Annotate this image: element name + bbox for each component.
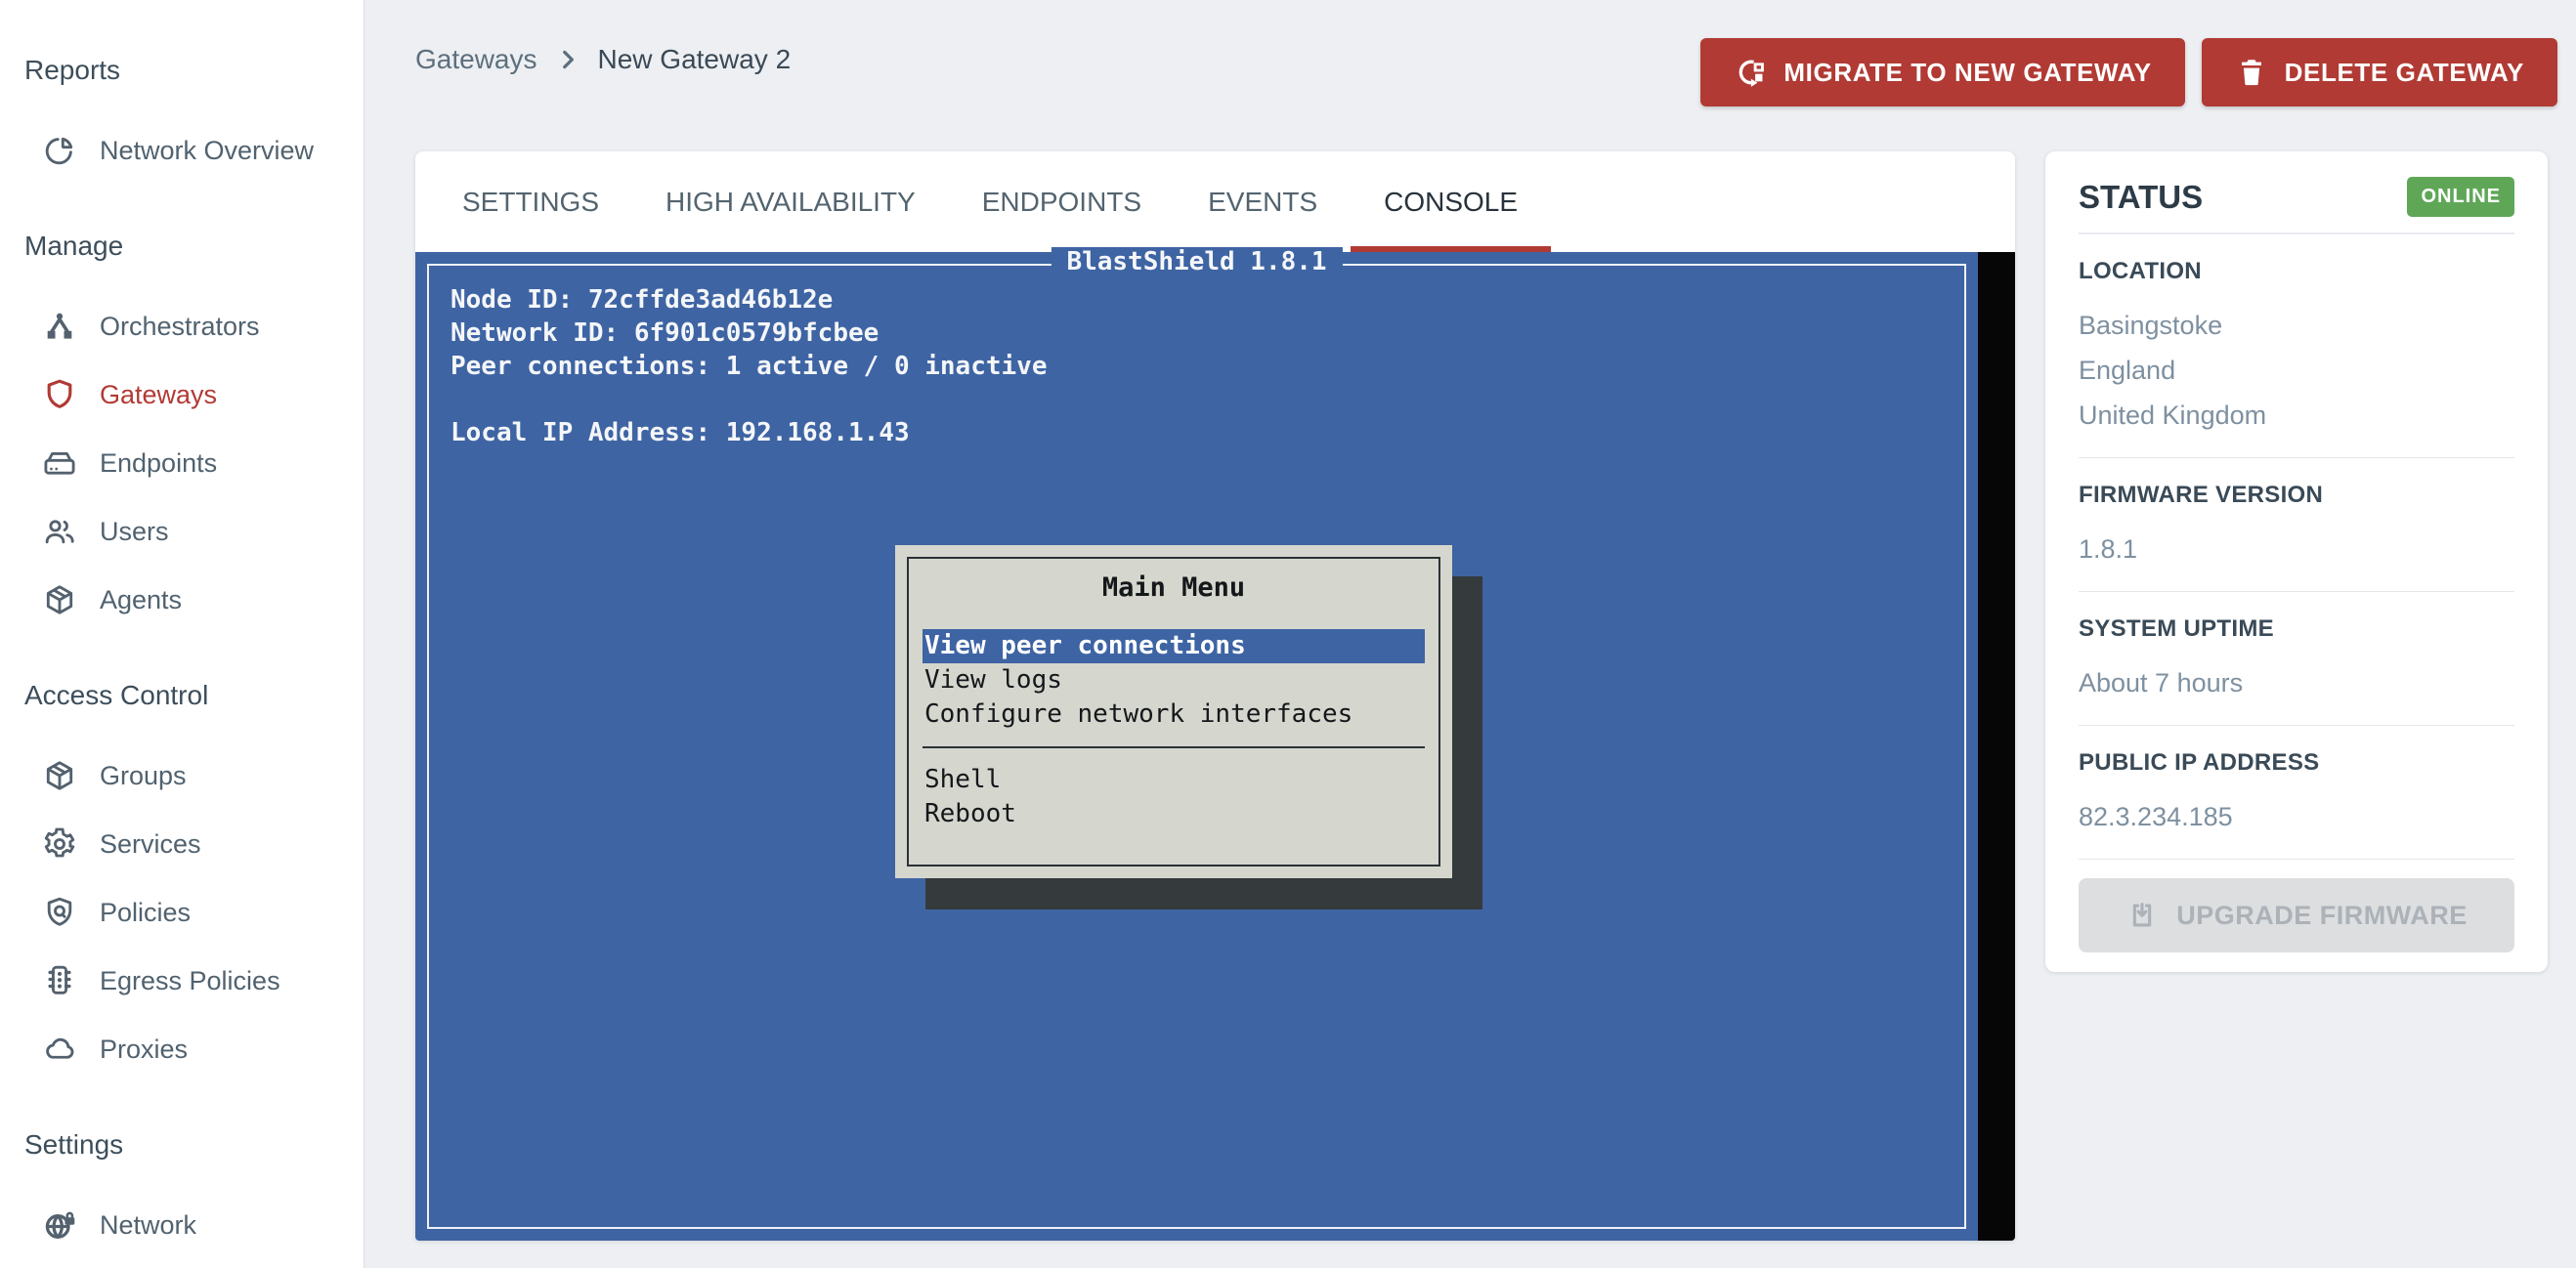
sidebar-item-label: Egress Policies	[100, 966, 280, 996]
sidebar-item-label: Network Overview	[100, 136, 314, 166]
field-value: 1.8.1	[2079, 527, 2514, 571]
sidebar-item-label: Endpoints	[100, 448, 217, 479]
sidebar-item-groups[interactable]: Groups	[0, 748, 364, 803]
sidebar-item-label: Users	[100, 517, 169, 547]
delete-gateway-button[interactable]: DELETE GATEWAY	[2202, 38, 2557, 106]
sidebar-item-label: Policies	[100, 898, 191, 928]
upgrade-button-label: UPGRADE FIRMWARE	[2176, 901, 2468, 931]
menu-item-shell[interactable]: Shell	[923, 763, 1425, 797]
migrate-button-label: MIGRATE TO NEW GATEWAY	[1783, 58, 2151, 88]
migrate-to-new-gateway-button[interactable]: MIGRATE TO NEW GATEWAY	[1700, 38, 2184, 106]
sidebar-item-endpoints[interactable]: Endpoints	[0, 436, 364, 490]
traffic-light-icon	[41, 962, 78, 999]
sidebar-item-label: Gateways	[100, 380, 217, 410]
menu-item-reboot[interactable]: Reboot	[923, 797, 1425, 831]
tab-bar: SETTINGS HIGH AVAILABILITY ENDPOINTS EVE…	[415, 151, 2015, 252]
status-field-location: LOCATION Basingstoke England United King…	[2079, 234, 2514, 458]
field-value: United Kingdom	[2079, 393, 2514, 438]
tab-console[interactable]: CONSOLE	[1351, 151, 1551, 252]
tab-events[interactable]: EVENTS	[1175, 151, 1351, 252]
gateway-detail-card: SETTINGS HIGH AVAILABILITY ENDPOINTS EVE…	[415, 151, 2015, 1241]
field-label: LOCATION	[2079, 258, 2514, 285]
console-line: Local IP Address: 192.168.1.43	[451, 416, 1964, 449]
sidebar-item-proxies[interactable]: Proxies	[0, 1022, 364, 1077]
sidebar-item-orchestrators[interactable]: Orchestrators	[0, 299, 364, 354]
status-title: STATUS	[2079, 179, 2203, 216]
pie-chart-icon	[41, 132, 78, 169]
console-main-menu-frame: Main Menu View peer connections View log…	[907, 557, 1440, 866]
console-line: Peer connections: 1 active / 0 inactive	[451, 350, 1964, 383]
sidebar-item-label: Agents	[100, 585, 182, 615]
trash-icon	[2235, 56, 2268, 89]
field-value: Basingstoke	[2079, 303, 2514, 348]
sidebar-heading-access-control: Access Control	[24, 676, 364, 715]
sidebar-item-label: Services	[100, 829, 201, 860]
cloud-icon	[41, 1031, 78, 1068]
migrate-icon	[1734, 56, 1767, 89]
online-status-badge: ONLINE	[2407, 177, 2514, 217]
server-icon	[41, 444, 78, 482]
tab-high-availability[interactable]: HIGH AVAILABILITY	[632, 151, 949, 252]
tab-endpoints[interactable]: ENDPOINTS	[949, 151, 1175, 252]
field-label: FIRMWARE VERSION	[2079, 482, 2514, 509]
sidebar: Reports Network Overview Manage Orchestr…	[0, 0, 365, 1268]
console-main-menu-dialog: Main Menu View peer connections View log…	[895, 545, 1452, 878]
globe-lock-icon	[41, 1206, 78, 1244]
download-icon	[2125, 899, 2159, 932]
status-card: STATUS ONLINE LOCATION Basingstoke Engla…	[2045, 151, 2548, 972]
package-icon	[41, 581, 78, 618]
sidebar-item-egress-policies[interactable]: Egress Policies	[0, 953, 364, 1008]
console-line: Network ID: 6f901c0579bfcbee	[451, 317, 1964, 350]
field-value: About 7 hours	[2079, 660, 2514, 705]
hierarchy-icon	[41, 308, 78, 345]
shield-search-icon	[41, 894, 78, 931]
main-menu-title: Main Menu	[923, 572, 1425, 603]
sidebar-item-policies[interactable]: Policies	[0, 885, 364, 940]
menu-separator	[923, 746, 1425, 748]
sidebar-heading-settings: Settings	[24, 1125, 364, 1164]
sidebar-heading-reports: Reports	[24, 51, 364, 90]
status-field-public-ip: PUBLIC IP ADDRESS 82.3.234.185	[2079, 726, 2514, 860]
sidebar-item-label: Orchestrators	[100, 312, 260, 342]
sidebar-item-label: Proxies	[100, 1035, 188, 1065]
cube-icon	[41, 757, 78, 794]
field-value: 82.3.234.185	[2079, 794, 2514, 839]
console-line	[451, 383, 1964, 416]
sidebar-item-services[interactable]: Services	[0, 817, 364, 871]
upgrade-firmware-button[interactable]: UPGRADE FIRMWARE	[2079, 878, 2514, 952]
sidebar-item-network[interactable]: Network	[0, 1198, 364, 1252]
sidebar-item-network-overview[interactable]: Network Overview	[0, 123, 364, 178]
status-field-firmware-version: FIRMWARE VERSION 1.8.1	[2079, 458, 2514, 592]
field-label: SYSTEM UPTIME	[2079, 615, 2514, 643]
console-panel: BlastShield 1.8.1 Node ID: 72cffde3ad46b…	[415, 252, 2015, 1241]
breadcrumb-current: New Gateway 2	[598, 44, 792, 75]
status-field-system-uptime: SYSTEM UPTIME About 7 hours	[2079, 592, 2514, 726]
breadcrumb: Gateways New Gateway 2	[415, 37, 791, 82]
status-header: STATUS ONLINE	[2079, 151, 2514, 234]
sidebar-heading-manage: Manage	[24, 227, 364, 266]
menu-item-view-logs[interactable]: View logs	[923, 663, 1425, 697]
console-title: BlastShield 1.8.1	[1051, 247, 1342, 276]
field-value: England	[2079, 348, 2514, 393]
console-right-strip	[1978, 252, 2015, 1241]
breadcrumb-gateways-link[interactable]: Gateways	[415, 44, 537, 75]
console-screen[interactable]: BlastShield 1.8.1 Node ID: 72cffde3ad46b…	[415, 252, 1978, 1241]
sidebar-item-users[interactable]: Users	[0, 504, 364, 559]
sidebar-item-label: Groups	[100, 761, 187, 791]
shield-icon	[41, 376, 78, 413]
console-output: Node ID: 72cffde3ad46b12e Network ID: 6f…	[429, 266, 1964, 449]
menu-item-configure-network-interfaces[interactable]: Configure network interfaces	[923, 697, 1425, 732]
tab-settings[interactable]: SETTINGS	[429, 151, 632, 252]
delete-button-label: DELETE GATEWAY	[2285, 58, 2524, 88]
menu-item-view-peer-connections[interactable]: View peer connections	[923, 629, 1425, 663]
field-label: PUBLIC IP ADDRESS	[2079, 749, 2514, 777]
console-line: Node ID: 72cffde3ad46b12e	[451, 283, 1964, 317]
sidebar-item-gateways[interactable]: Gateways	[0, 367, 364, 422]
gear-icon	[41, 825, 78, 863]
top-actions: MIGRATE TO NEW GATEWAY DELETE GATEWAY	[1700, 38, 2557, 106]
sidebar-item-label: Network	[100, 1210, 196, 1241]
chevron-right-icon	[555, 47, 580, 72]
sidebar-item-agents[interactable]: Agents	[0, 572, 364, 627]
users-icon	[41, 513, 78, 550]
